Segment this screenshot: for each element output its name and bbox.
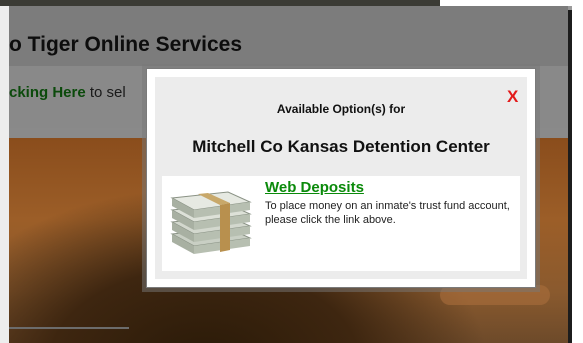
right-edge bbox=[572, 6, 583, 343]
web-deposits-link[interactable]: Web Deposits bbox=[265, 179, 364, 196]
option-card-web-deposits: Web Deposits To place money on an inmate… bbox=[162, 176, 520, 271]
money-stack-icon bbox=[170, 191, 252, 254]
footer-line bbox=[9, 327, 129, 329]
hero-highlight bbox=[440, 285, 550, 305]
site-title: o Tiger Online Services bbox=[9, 33, 243, 56]
options-dialog: X Available Option(s) for Mitchell Co Ka… bbox=[146, 68, 536, 288]
instruction-text: cking Here to sel bbox=[9, 84, 126, 101]
instruction-rest: to sel bbox=[85, 84, 126, 101]
facility-name: Mitchell Co Kansas Detention Center bbox=[192, 137, 490, 156]
web-deposits-description: To place money on an inmate's trust fund… bbox=[265, 200, 510, 226]
left-edge bbox=[0, 6, 9, 343]
dialog-heading: Available Option(s) for bbox=[276, 102, 406, 116]
instruction-link[interactable]: cking Here bbox=[9, 84, 86, 101]
